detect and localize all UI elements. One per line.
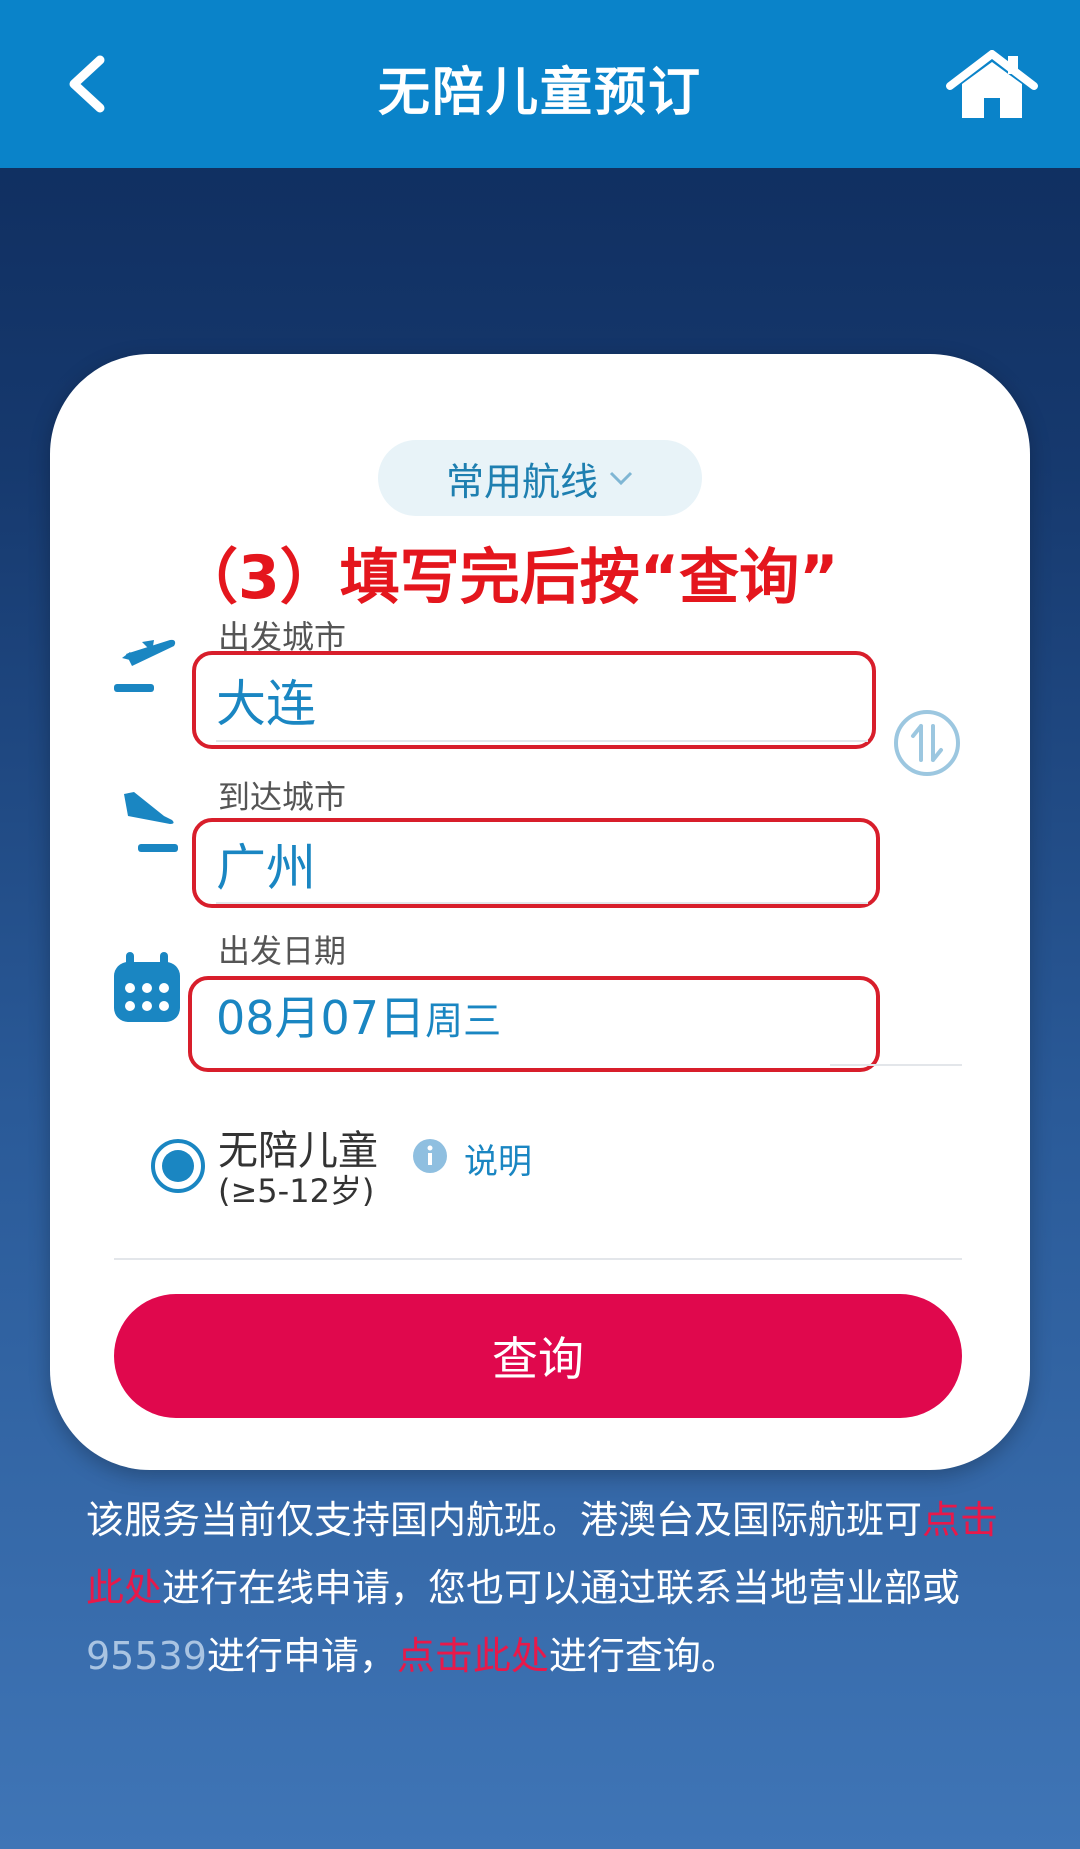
swap-cities-button[interactable]: [892, 708, 962, 778]
notice-text-3: 进行申请，: [206, 1634, 397, 1678]
unaccompanied-minor-radio[interactable]: [150, 1138, 206, 1194]
swap-icon: [894, 710, 960, 776]
departure-date-field[interactable]: 08月07日周三: [216, 982, 501, 1048]
home-button[interactable]: [942, 50, 1042, 120]
date-label: 出发日期: [218, 932, 347, 970]
hotline-number[interactable]: 95539: [86, 1634, 207, 1678]
notice-text-4: 进行查询。: [548, 1634, 739, 1678]
info-icon[interactable]: [412, 1138, 448, 1174]
date-value: 08月07日: [216, 991, 426, 1045]
home-icon: [946, 50, 1038, 118]
date-underline: [830, 1064, 962, 1066]
arrival-city-field[interactable]: 广州: [216, 828, 316, 900]
common-routes-dropdown[interactable]: 常用航线: [378, 440, 702, 516]
departure-underline: [216, 740, 868, 742]
plane-takeoff-icon: [114, 639, 176, 692]
divider: [114, 1258, 962, 1260]
top-bar: 无陪儿童预订: [0, 0, 1080, 168]
service-notice: 该服务当前仅支持国内航班。港澳台及国际航班可点击此处 进行在线申请，您也可以通过联…: [86, 1486, 1006, 1690]
page-title: 无陪儿童预订: [377, 63, 702, 123]
instruction-annotation: （3）填写完后按“查询”: [178, 543, 839, 613]
arrival-label: 到达城市: [218, 778, 347, 816]
weekday-value: 周三: [425, 999, 502, 1043]
notice-text-1: 该服务当前仅支持国内航班。港澳台及国际航班可: [86, 1498, 923, 1542]
arrival-underline: [216, 902, 868, 904]
calendar-icon: [114, 952, 180, 1022]
passenger-age-range: (≥5-12岁): [218, 1172, 375, 1210]
departure-city-field[interactable]: 大连: [216, 664, 316, 736]
booking-card: 常用航线 （3）填写完后按“查询” 出发城市 大连 到达城市 广州 出发日期 0…: [50, 354, 1030, 1470]
explain-link[interactable]: 说明: [464, 1134, 532, 1183]
plane-landing-icon: [124, 792, 178, 852]
notice-text-2: 进行在线申请，您也可以通过联系当地营业部或: [162, 1566, 961, 1610]
search-button[interactable]: 查询: [114, 1294, 962, 1418]
common-routes-label: 常用航线: [445, 459, 598, 504]
query-link[interactable]: 点击此处: [397, 1634, 549, 1678]
chevron-down-icon: [609, 471, 633, 486]
